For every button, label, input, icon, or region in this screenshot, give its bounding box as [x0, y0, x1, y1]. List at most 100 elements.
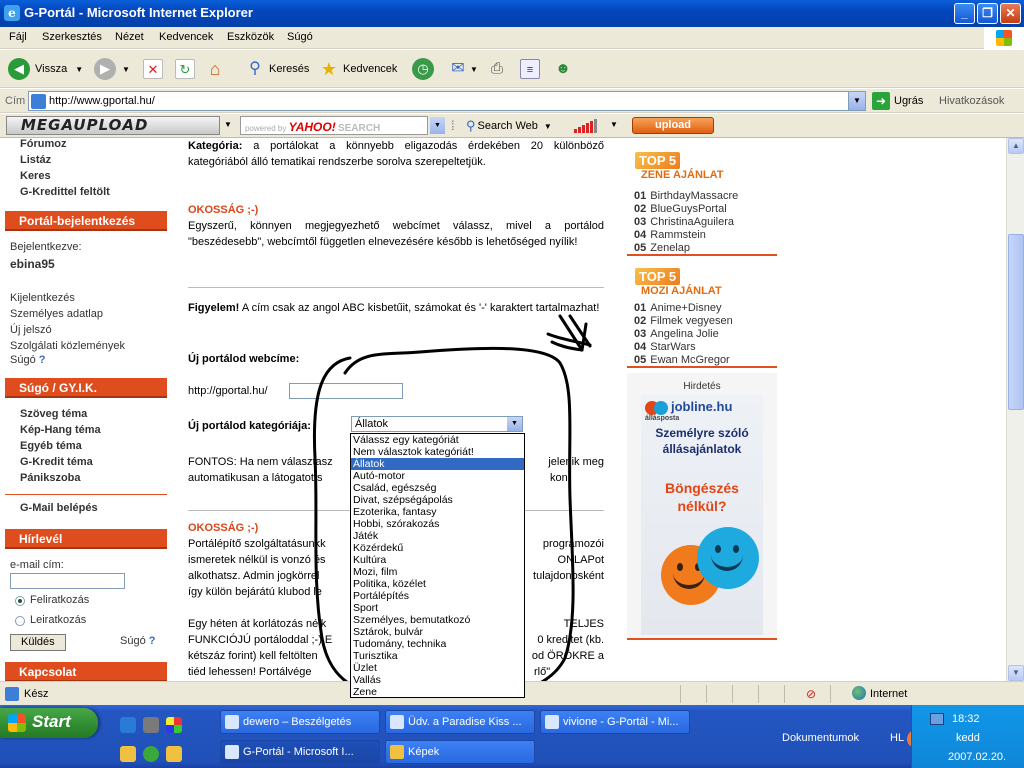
- dropdown-option[interactable]: Sztárok, bulvár: [351, 626, 524, 638]
- dropdown-option[interactable]: Zene: [351, 686, 524, 697]
- documents-quicklaunch-icon[interactable]: [166, 746, 182, 762]
- vertical-scrollbar[interactable]: ▲ ▼: [1006, 138, 1024, 681]
- menu-help[interactable]: Súgó: [287, 31, 313, 43]
- dropdown-option[interactable]: Portálépítés: [351, 590, 524, 602]
- language-indicator[interactable]: HL: [890, 732, 904, 744]
- list-link[interactable]: Listáz: [20, 154, 51, 166]
- help-link[interactable]: Súgó ?: [10, 354, 46, 366]
- start-button[interactable]: Start: [0, 708, 98, 738]
- upload-button[interactable]: upload: [632, 117, 714, 134]
- dropdown-option[interactable]: Személyes, bemutatkozó: [351, 614, 524, 626]
- faq-gkredit-topic[interactable]: G-Kredit téma: [20, 456, 93, 468]
- back-button[interactable]: ◀ Vissza ▼: [8, 56, 83, 82]
- dropdown-option[interactable]: Turisztika: [351, 650, 524, 662]
- dropdown-option[interactable]: Vallás: [351, 674, 524, 686]
- dropdown-arrow-icon[interactable]: ▼: [470, 65, 478, 74]
- movie-item[interactable]: 01 Anime+Disney: [634, 302, 721, 314]
- movie-item[interactable]: 04 StarWars: [634, 341, 696, 353]
- faq-image-sound-topic[interactable]: Kép-Hang téma: [20, 424, 101, 436]
- music-item[interactable]: 03 ChristinaAguilera: [634, 216, 734, 228]
- messenger-button[interactable]: ☻: [553, 56, 573, 82]
- links-button[interactable]: Hivatkozások: [939, 95, 1004, 107]
- dropdown-option[interactable]: Politika, közélet: [351, 578, 524, 590]
- dropdown-option[interactable]: Ezoterika, fantasy: [351, 506, 524, 518]
- newsletter-email-input[interactable]: [10, 573, 125, 589]
- chevron-down-icon[interactable]: ▼: [507, 417, 522, 431]
- task-chat[interactable]: dewero – Beszélgetés: [220, 710, 380, 734]
- movie-item[interactable]: 02 Filmek vegyesen: [634, 315, 733, 327]
- mail-button[interactable]: ✉ ▼: [448, 56, 478, 82]
- category-select[interactable]: Állatok ▼: [351, 416, 523, 432]
- dropdown-option[interactable]: Üzlet: [351, 662, 524, 674]
- history-button[interactable]: ◷: [412, 56, 434, 82]
- dropdown-option[interactable]: Divat, szépségápolás: [351, 494, 524, 506]
- dropdown-option[interactable]: Tudomány, technika: [351, 638, 524, 650]
- dropdown-option[interactable]: Család, egészség: [351, 482, 524, 494]
- maximize-button[interactable]: ❐: [977, 3, 998, 24]
- scroll-down-icon[interactable]: ▼: [1008, 665, 1024, 681]
- minimize-button[interactable]: _: [954, 3, 975, 24]
- home-button[interactable]: ⌂: [205, 56, 225, 82]
- gkredit-upload-link[interactable]: G-Kredittel feltölt: [20, 186, 110, 198]
- faq-other-topic[interactable]: Egyéb téma: [20, 440, 82, 452]
- menu-favorites[interactable]: Kedvencek: [159, 31, 213, 43]
- dropdown-option[interactable]: Játék: [351, 530, 524, 542]
- scroll-thumb[interactable]: [1008, 234, 1024, 410]
- subscribe-radio[interactable]: [15, 596, 25, 606]
- network-icon[interactable]: [930, 713, 944, 725]
- dropdown-option[interactable]: Hobbi, szórakozás: [351, 518, 524, 530]
- dropdown-option[interactable]: Válassz egy kategóriát: [351, 434, 524, 446]
- yahoo-dropdown-icon[interactable]: ▼: [430, 117, 445, 134]
- task-gportal[interactable]: G-Portál - Microsoft I...: [220, 740, 380, 764]
- dropdown-arrow-icon[interactable]: ▼: [75, 65, 83, 74]
- menu-view[interactable]: Nézet: [115, 31, 144, 43]
- dropdown-option[interactable]: Sport: [351, 602, 524, 614]
- documents-toolbar[interactable]: Dokumentumok: [782, 732, 859, 744]
- signal-bars-icon[interactable]: [574, 119, 598, 133]
- media-quicklaunch-icon[interactable]: [166, 717, 182, 733]
- favorites-button[interactable]: ★ Kedvencek: [319, 56, 398, 82]
- task-pictures[interactable]: Képek: [385, 740, 535, 764]
- search-web-button[interactable]: ⚲ Search Web ▼: [466, 118, 552, 134]
- address-dropdown-icon[interactable]: ▼: [848, 92, 865, 110]
- ie-quicklaunch-icon[interactable]: [120, 717, 136, 733]
- yahoo-search-input[interactable]: powered by YAHOO! SEARCH: [240, 116, 428, 135]
- menu-file[interactable]: Fájl: [9, 31, 27, 43]
- folder-quicklaunch-icon[interactable]: [120, 746, 136, 762]
- edit-button[interactable]: ≡: [520, 56, 540, 82]
- scroll-up-icon[interactable]: ▲: [1008, 138, 1024, 154]
- clock-time[interactable]: 18:32: [952, 713, 980, 725]
- stop-button[interactable]: ✕: [143, 56, 163, 82]
- address-input[interactable]: http://www.gportal.hu/ ▼: [28, 91, 866, 111]
- profile-link[interactable]: Személyes adatlap: [10, 308, 103, 320]
- search-button[interactable]: ⚲ Keresés: [245, 56, 309, 82]
- music-item[interactable]: 01 BirthdayMassacre: [634, 190, 738, 202]
- unsubscribe-radio[interactable]: [15, 616, 25, 626]
- menu-edit[interactable]: Szerkesztés: [42, 31, 102, 43]
- newsletter-help-link[interactable]: Súgó ?: [120, 635, 156, 647]
- music-item[interactable]: 04 Rammstein: [634, 229, 706, 241]
- dropdown-option[interactable]: Nem választok kategóriát!: [351, 446, 524, 458]
- portal-address-input[interactable]: [289, 383, 403, 399]
- dropdown-option[interactable]: Kultúra: [351, 554, 524, 566]
- task-paradise-kiss[interactable]: Üdv. a Paradise Kiss ...: [385, 710, 535, 734]
- jobline-ad-banner[interactable]: jobline.hu állásposta Személyre szóló áll…: [641, 395, 763, 635]
- music-item[interactable]: 05 Zenelap: [634, 242, 690, 254]
- menu-tools[interactable]: Eszközök: [227, 31, 274, 43]
- forum-link[interactable]: Fórumoz: [20, 138, 66, 150]
- faq-text-topic[interactable]: Szöveg téma: [20, 408, 87, 420]
- dropdown-arrow-icon[interactable]: ▼: [122, 65, 130, 74]
- go-button[interactable]: ➜ Ugrás: [872, 92, 923, 110]
- movie-item[interactable]: 03 Angelina Jolie: [634, 328, 719, 340]
- search-link[interactable]: Keres: [20, 170, 51, 182]
- dropdown-arrow-icon[interactable]: ▼: [544, 122, 552, 131]
- close-button[interactable]: ✕: [1000, 3, 1021, 24]
- dropdown-arrow-icon[interactable]: ▼: [224, 120, 232, 129]
- forward-button[interactable]: ▶ ▼: [94, 56, 130, 82]
- send-button[interactable]: Küldés: [10, 634, 66, 651]
- dropdown-option[interactable]: Mozi, film: [351, 566, 524, 578]
- category-dropdown-list[interactable]: Válassz egy kategóriát Nem választok kate…: [350, 433, 525, 698]
- dropdown-option[interactable]: Autó-motor: [351, 470, 524, 482]
- dropdown-option[interactable]: Állatok: [351, 458, 524, 470]
- movie-item[interactable]: 05 Ewan McGregor: [634, 354, 730, 366]
